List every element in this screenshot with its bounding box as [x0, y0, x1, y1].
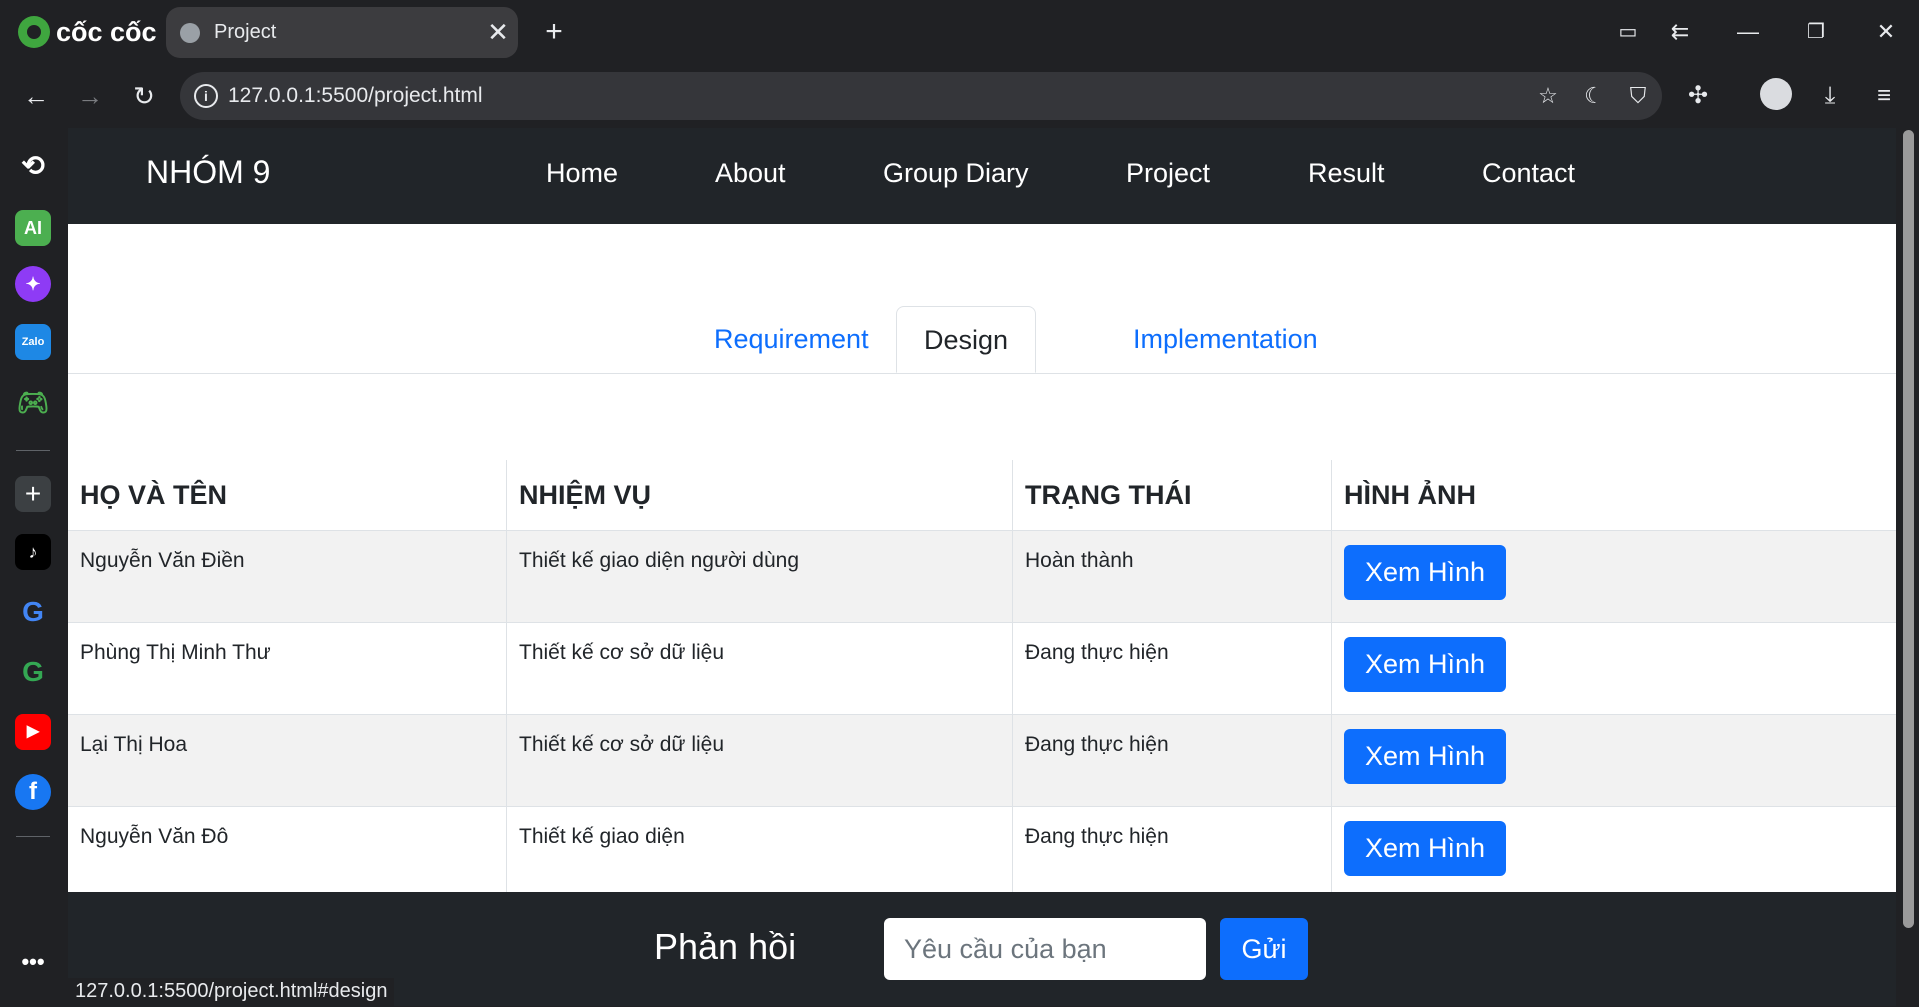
- cell-task: Thiết kế giao diện người dùng: [506, 530, 1013, 623]
- cell-task: Thiết kế cơ sở dữ liệu: [506, 622, 1013, 715]
- minimize-button[interactable]: —: [1728, 14, 1768, 50]
- close-window-button[interactable]: ✕: [1866, 14, 1906, 50]
- site-navbar: NHÓM 9 Home About Group Diary Project Re…: [68, 128, 1896, 224]
- menu-icon[interactable]: ≡: [1866, 78, 1902, 114]
- task-table: HỌ VÀ TÊN NHIỆM VỤ TRẠNG THÁI HÌNH ẢNH N…: [68, 460, 1896, 899]
- browser-sidebar: ⟲ AI ✦ Zalo 🎮︎ + ♪ G G ▶ f •••: [0, 126, 66, 1006]
- address-url[interactable]: 127.0.0.1:5500/project.html: [228, 84, 483, 108]
- feedback-input[interactable]: [884, 918, 1206, 980]
- dark-mode-moon-icon[interactable]: ☾: [1580, 82, 1608, 110]
- browser-toolbar: ← → ↻ i 127.0.0.1:5500/project.html ☆ ☾ …: [0, 64, 1919, 126]
- view-image-button[interactable]: Xem Hình: [1344, 545, 1507, 600]
- header-name: HỌ VÀ TÊN: [68, 460, 507, 531]
- feedback-title: Phản hồi: [654, 926, 797, 967]
- view-image-button[interactable]: Xem Hình: [1344, 821, 1507, 876]
- nav-group-diary[interactable]: Group Diary: [883, 158, 1029, 189]
- site-logo[interactable]: NHÓM 9: [146, 154, 270, 191]
- reload-icon[interactable]: ↻: [124, 76, 164, 116]
- table-header-row: HỌ VÀ TÊN NHIỆM VỤ TRẠNG THÁI HÌNH ẢNH: [68, 460, 1896, 531]
- sidebar-divider: [16, 836, 50, 837]
- tiktok-icon[interactable]: ♪: [15, 534, 51, 570]
- tab-requirement[interactable]: Requirement: [687, 306, 896, 373]
- cell-image: Xem Hình: [1331, 714, 1896, 807]
- tab-title: Project: [214, 21, 277, 43]
- cell-image: Xem Hình: [1331, 622, 1896, 715]
- cell-status: Đang thực hiện: [1012, 622, 1332, 715]
- cell-image: Xem Hình: [1331, 530, 1896, 623]
- cell-name: Nguyễn Văn Đô: [68, 806, 507, 899]
- page-scrollbar[interactable]: [1898, 128, 1919, 1006]
- cell-status: Đang thực hiện: [1012, 806, 1332, 899]
- youtube-icon[interactable]: ▶: [15, 714, 51, 750]
- google-icon[interactable]: G: [15, 654, 51, 690]
- header-status: TRẠNG THÁI: [1012, 460, 1332, 531]
- cell-name: Nguyễn Văn Điền: [68, 530, 507, 623]
- view-image-button[interactable]: Xem Hình: [1344, 637, 1507, 692]
- new-tab-button[interactable]: +: [536, 14, 572, 50]
- history-icon[interactable]: ⟲: [15, 148, 51, 184]
- header-task: NHIỆM VỤ: [506, 460, 1013, 531]
- scrollbar-thumb[interactable]: [1903, 130, 1914, 928]
- zalo-icon[interactable]: Zalo: [15, 324, 51, 360]
- nav-home[interactable]: Home: [546, 158, 618, 189]
- nav-result[interactable]: Result: [1308, 158, 1385, 189]
- view-image-button[interactable]: Xem Hình: [1344, 729, 1507, 784]
- more-icon[interactable]: •••: [15, 944, 51, 980]
- table-row: Nguyễn Văn Đô Thiết kế giao diện Đang th…: [68, 806, 1896, 899]
- web-page: NHÓM 9 Home About Group Diary Project Re…: [68, 128, 1896, 1006]
- cell-name: Lại Thị Hoa: [68, 714, 507, 807]
- table-row: Phùng Thị Minh Thư Thiết kế cơ sở dữ liệ…: [68, 622, 1896, 715]
- facebook-icon[interactable]: f: [15, 774, 51, 810]
- download-icon[interactable]: ⤓: [1812, 78, 1848, 114]
- browser-brand-text: cốc cốc: [56, 16, 157, 47]
- add-app-icon[interactable]: +: [15, 476, 51, 512]
- cell-task: Thiết kế giao diện: [506, 806, 1013, 899]
- sidebar-divider: [16, 450, 50, 451]
- extensions-icon[interactable]: ✣: [1680, 78, 1716, 114]
- profile-avatar[interactable]: [1760, 78, 1792, 110]
- ai-chat-icon[interactable]: AI: [15, 210, 51, 246]
- tab-actions-icon[interactable]: ⇇: [1660, 14, 1700, 50]
- site-info-icon[interactable]: i: [194, 84, 218, 108]
- cell-status: Hoàn thành: [1012, 530, 1332, 623]
- table-row: Nguyễn Văn Điền Thiết kế giao diện người…: [68, 530, 1896, 623]
- cell-image: Xem Hình: [1331, 806, 1896, 899]
- header-image: HÌNH ẢNH: [1331, 460, 1896, 531]
- cell-task: Thiết kế cơ sở dữ liệu: [506, 714, 1013, 807]
- messenger-icon[interactable]: ✦: [15, 266, 51, 302]
- tab-design[interactable]: Design: [896, 306, 1037, 373]
- nav-project[interactable]: Project: [1126, 158, 1210, 189]
- browser-brand: cốc cốc: [18, 14, 157, 50]
- coccoc-logo-icon: [18, 16, 50, 48]
- status-url: 127.0.0.1:5500/project.html#design: [68, 978, 395, 1007]
- back-icon[interactable]: ←: [16, 76, 56, 116]
- table-row: Lại Thị Hoa Thiết kế cơ sở dữ liệu Đang …: [68, 714, 1896, 807]
- restore-button[interactable]: ❐: [1796, 14, 1836, 50]
- address-bar[interactable]: i 127.0.0.1:5500/project.html ☆ ☾ ⛉: [180, 72, 1662, 120]
- tab-implementation[interactable]: Implementation: [1106, 306, 1345, 373]
- search-tabs-icon[interactable]: ▭: [1608, 14, 1648, 50]
- send-button[interactable]: Gửi: [1220, 918, 1308, 980]
- browser-tab[interactable]: Project ✕: [166, 7, 518, 58]
- forward-icon[interactable]: →: [70, 76, 110, 116]
- close-tab-icon[interactable]: ✕: [478, 17, 518, 48]
- cell-status: Đang thực hiện: [1012, 714, 1332, 807]
- bookmark-star-icon[interactable]: ☆: [1534, 82, 1562, 110]
- nav-contact[interactable]: Contact: [1482, 158, 1575, 189]
- browser-tab-bar: cốc cốc Project ✕ + ▭ ⇇ — ❐ ✕: [0, 0, 1919, 64]
- game-controller-icon[interactable]: 🎮︎: [15, 384, 51, 420]
- google-icon[interactable]: G: [15, 594, 51, 630]
- adblock-shield-icon[interactable]: ⛉: [1624, 82, 1652, 110]
- nav-about[interactable]: About: [715, 158, 786, 189]
- cell-name: Phùng Thị Minh Thư: [68, 622, 507, 715]
- globe-icon: [180, 22, 200, 43]
